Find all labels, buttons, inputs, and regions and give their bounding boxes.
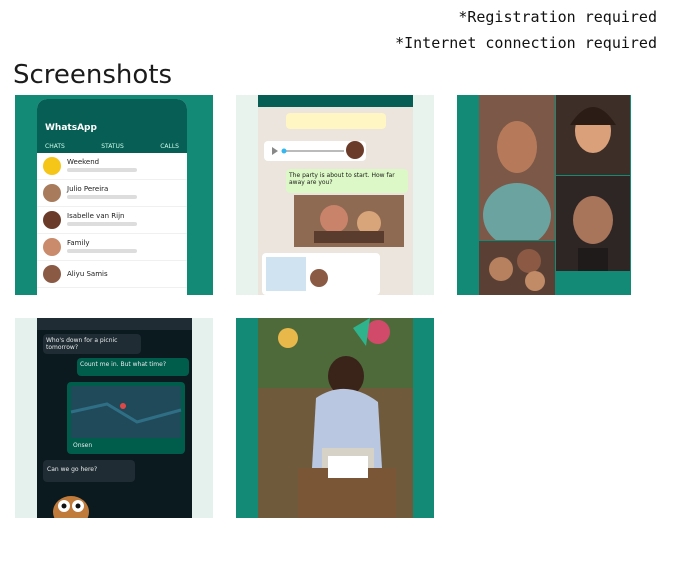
app-header: WhatsApp CHATS STATUS CALLS — [37, 119, 187, 153]
chat-row: Family — [37, 234, 187, 261]
message-bubble: The party is about to start. How far awa… — [286, 169, 408, 193]
outgoing-message: Count me in. But what time? — [77, 358, 189, 376]
video-tile — [479, 241, 555, 295]
video-tile — [556, 176, 630, 271]
chat-name: Family — [67, 239, 90, 247]
chat-name: Weekend — [67, 158, 100, 166]
chat-name: Aliyu Samis — [67, 270, 108, 278]
phone-mockup: WhatsApp CHATS STATUS CALLS Weekend Juli… — [37, 99, 187, 295]
incoming-message: Can we go here? — [43, 460, 135, 482]
screenshot-thumbnail-photo[interactable] — [236, 318, 434, 518]
tab-chats: CHATS — [45, 143, 65, 150]
registration-note: *Registration required — [458, 8, 657, 26]
chat-row: Aliyu Samis — [37, 261, 187, 288]
screenshot-thumbnail-chats[interactable]: WhatsApp CHATS STATUS CALLS Weekend Juli… — [15, 95, 213, 295]
video-tile — [556, 95, 630, 175]
tab-calls: CALLS — [160, 143, 179, 150]
avatar — [43, 211, 61, 229]
screenshot-thumbnail-video-call[interactable] — [457, 95, 631, 295]
location-message: Onsen — [67, 382, 185, 454]
avatar — [346, 141, 364, 159]
avatar — [43, 184, 61, 202]
tab-status: STATUS — [101, 143, 124, 150]
incoming-message: Who's down for a picnic tomorrow? — [43, 334, 141, 354]
avatar — [43, 265, 61, 283]
avatar — [43, 157, 61, 175]
avatar — [43, 238, 61, 256]
screenshot-thumbnail-conversation[interactable]: The party is about to start. How far awa… — [236, 95, 434, 295]
chat-row: Weekend — [37, 153, 187, 180]
internet-note: *Internet connection required — [395, 34, 657, 52]
chat-row: Isabelle van Rijn — [37, 207, 187, 234]
location-label: Onsen — [73, 442, 93, 449]
chat-name: Julio Pereira — [67, 185, 109, 193]
chat-header — [37, 318, 192, 330]
chat-row: Julio Pereira — [37, 180, 187, 207]
video-tile — [479, 95, 555, 247]
photo-message — [294, 195, 404, 247]
photo-view — [258, 318, 413, 518]
screenshots-heading: Screenshots — [13, 60, 173, 90]
chat-header — [258, 95, 413, 107]
system-notice — [286, 113, 386, 129]
screenshot-thumbnail-dark-chat[interactable]: Who's down for a picnic tomorrow? Count … — [15, 318, 213, 518]
app-title: WhatsApp — [45, 123, 97, 133]
chat-name: Isabelle van Rijn — [67, 212, 125, 220]
avatar — [310, 269, 328, 287]
sticker — [51, 490, 91, 518]
